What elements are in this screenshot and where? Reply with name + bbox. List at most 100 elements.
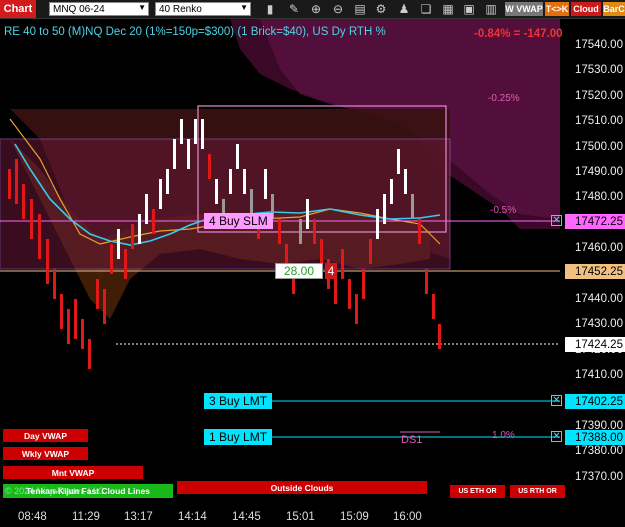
renko-brick [438,324,441,349]
buy-slm-order[interactable]: 4 Buy SLM [204,213,273,229]
renko-brick [88,339,91,369]
renko-brick [46,239,49,284]
price-tick-label: 17490.00 [575,166,623,178]
price-tick-label: 17520.00 [575,89,623,102]
renko-brick [110,244,113,274]
chart-menu-button[interactable]: Chart [0,0,36,18]
price-tick-label: 17430.00 [575,318,623,331]
draw-tools-icon[interactable]: ✎ [286,1,302,17]
renko-brick [187,139,190,169]
renko-brick [152,209,155,234]
renko-brick [173,139,176,169]
renko-brick [117,229,120,259]
renko-brick [22,184,25,219]
position-qty-box[interactable]: 4 [325,263,337,279]
instrument-selector[interactable]: MNQ 06-24 ▼ [49,2,149,16]
bar-style-icon[interactable]: ▮ [262,1,278,17]
renko-brick [81,319,84,349]
renko-brick [15,159,18,204]
zoom-in-icon[interactable]: ⊕ [308,1,324,17]
time-tick-label: 15:09 [340,511,369,523]
renko-brick [229,169,232,194]
renko-brick [376,209,379,239]
zoom-out-icon[interactable]: ⊖ [330,1,346,17]
chevron-down-icon: ▼ [138,3,146,12]
renko-brick [38,214,41,259]
barc-toggle[interactable]: BarC [603,2,625,16]
indicators-icon[interactable]: ⚙ [373,1,389,17]
renko-brick [355,294,358,324]
strategies-icon[interactable]: ♟ [396,1,412,17]
renko-brick [74,299,77,339]
renko-brick [313,219,316,244]
tk-toggle[interactable]: T<>K [545,2,569,16]
price-tick-label: 17440.00 [575,293,623,305]
renko-brick [201,119,204,149]
renko-brick [145,194,148,224]
cancel-order-icon[interactable]: ✕ [551,431,562,442]
renko-brick [215,179,218,204]
renko-brick [383,194,386,224]
cancel-order-icon[interactable]: ✕ [551,395,562,406]
renko-brick [341,249,344,279]
lmt3-price-badge: 17402.25 [565,394,625,409]
bar-type-selector[interactable]: 40 Renko ▼ [155,2,251,16]
templates-icon[interactable]: ❏ [418,1,434,17]
pct-label-low: 1.0% [492,430,515,441]
renko-brick [208,154,211,179]
price-tick-label: 17410.00 [575,369,623,382]
wkly-vwap-button[interactable]: Wkly VWAP [3,447,88,460]
data-box-icon[interactable]: ▣ [461,1,477,17]
order-flow-icon[interactable]: ▥ [483,1,499,17]
day-vwap-button[interactable]: Day VWAP [3,429,88,442]
renko-brick [60,294,63,329]
renko-brick [369,239,372,264]
price-tick-label: 17540.00 [575,39,623,51]
price-tick-label: 17530.00 [575,64,623,77]
wvwap-toggle[interactable]: W VWAP [505,2,543,16]
time-tick-label: 08:48 [18,511,47,523]
renko-brick [243,169,246,194]
renko-brick [166,169,169,194]
renko-brick [264,169,267,199]
price-tick-label: 17370.00 [575,470,623,483]
chart-title: RE 40 to 50 (M)NQ Dec 20 (1%=150p=$300) … [4,26,386,38]
position-pnl-box[interactable]: 28.00 [275,263,323,279]
cloud-toggle[interactable]: Cloud [571,2,601,16]
bar-type-value: 40 Renko [159,3,202,15]
time-tick-label: 11:29 [72,511,100,523]
renko-brick [8,169,11,199]
renko-brick [348,279,351,309]
chart-toolbar: Chart MNQ 06-24 ▼ 40 Renko ▼ ▮ ✎ ⊕ ⊖ ▤ ⚙… [0,0,625,19]
buy-lmt3-order[interactable]: 3 Buy LMT [204,393,273,409]
us-rth-or-button[interactable]: US RTH OR [510,485,565,498]
cancel-order-icon[interactable]: ✕ [551,215,562,226]
last-price-badge: 17424.25 [565,337,625,352]
price-tick-label: 17460.00 [575,242,623,255]
renko-brick [138,214,141,244]
entry-price-badge: 17452.25 [565,264,625,279]
buy-lmt1-order[interactable]: 1 Buy LMT [204,429,273,445]
chevron-down-icon: ▼ [240,3,248,12]
renko-brick [124,249,127,279]
properties-icon[interactable]: ▤ [352,1,368,17]
renko-brick [250,189,253,214]
renko-brick [397,149,400,174]
time-tick-label: 16:00 [393,511,422,523]
pct-label-top: -0.25% [488,93,520,104]
pnl-readout: -0.84% = -147.00 [474,28,563,40]
price-tick-label: 17480.00 [575,191,623,204]
renko-brick [306,199,309,229]
us-eth-or-button[interactable]: US ETH OR [450,485,505,498]
time-axis[interactable]: 08:48 11:29 13:17 14:14 14:45 15:01 15:09 16:00 [0,505,625,527]
chart-trader-icon[interactable]: ▦ [440,1,456,17]
renko-brick [159,179,162,209]
price-tick-label: 17380.00 [575,445,623,458]
instrument-value: MNQ 06-24 [53,3,105,15]
upper-price-badge: 17472.25 [565,214,625,229]
mnt-vwap-button[interactable]: Mnt VWAP [3,466,143,479]
outside-clouds-button[interactable]: Outside Clouds [177,481,427,494]
price-tick-label: 17510.00 [575,115,623,128]
renko-brick [425,269,428,294]
renko-brick [67,309,70,344]
